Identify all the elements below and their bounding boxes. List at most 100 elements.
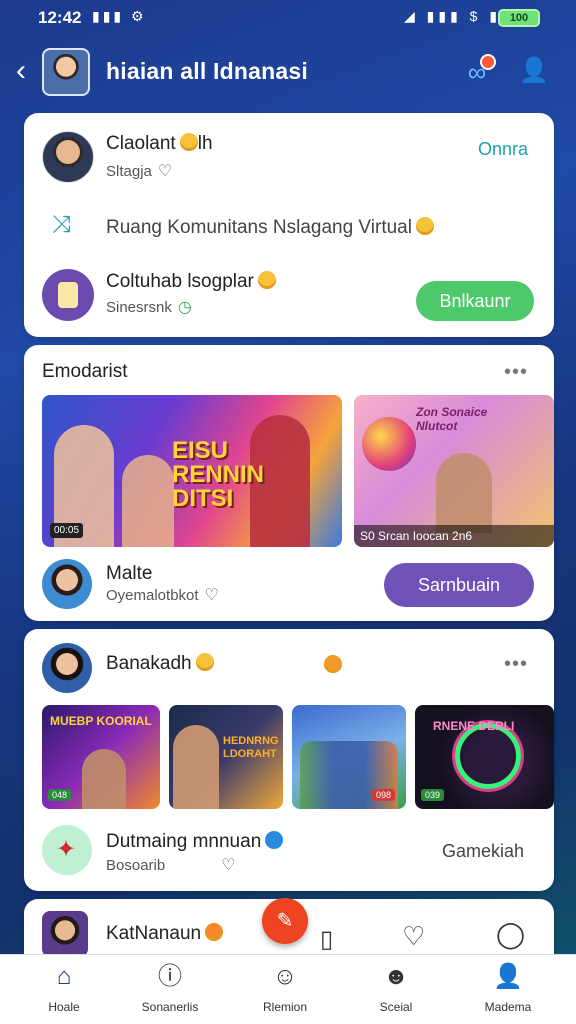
nav-label: Madema — [484, 1000, 532, 1014]
info-icon: ⓘ — [158, 963, 182, 990]
heart-icon[interactable]: ♡ — [205, 585, 219, 605]
user-name-text: Banakadh — [106, 653, 192, 674]
group-name-text: Coltuhab lsogplar — [106, 271, 254, 292]
verified-icon — [265, 831, 284, 849]
note-icon — [58, 282, 78, 308]
emoji-face — [324, 655, 342, 673]
create-fab-button[interactable]: ✎ — [262, 898, 308, 944]
user-name[interactable]: Malte — [106, 563, 152, 585]
thumbnail-title: EISU RENNIN DITSI — [172, 437, 265, 512]
thumbnail-badge: 048 — [48, 789, 72, 801]
featured-card: Emodarist ••• EISU RENNIN DITSI 00:05 Zo… — [24, 345, 554, 621]
person-figure — [173, 725, 219, 809]
group-sub-text: Sinesrsnk — [106, 299, 172, 316]
duration-badge: 00:05 — [50, 523, 84, 538]
group-sub: Bosoarib ♡ — [106, 855, 236, 875]
user-name-text: Claolant — [106, 133, 176, 154]
user-name-suffix: lh — [197, 133, 213, 154]
user-sub: Oyemalotbkot ♡ — [106, 585, 219, 605]
thumbnail-title: MUEBP KOORIAL — [50, 714, 152, 728]
person-figure — [122, 455, 174, 547]
person-figure — [436, 453, 492, 533]
nav-label: Hoale — [48, 1000, 80, 1014]
battery-icon: 100 — [498, 9, 540, 27]
bookmark-icon[interactable]: ▯ — [320, 925, 333, 954]
share-icon[interactable]: ⤨ — [52, 211, 71, 239]
nav-madema[interactable]: 👤 Madema — [458, 960, 558, 1014]
video-thumbnail[interactable]: Zon Sonaice Nlutcot S0 Srcan Ioocan 2n6 — [354, 395, 554, 547]
person-figure — [82, 749, 126, 809]
emoji-icon — [195, 653, 214, 671]
heart-icon[interactable]: ♡ — [158, 161, 172, 181]
heart-icon[interactable]: ♡ — [402, 921, 425, 952]
gallery-thumbnail[interactable]: HEDNRNG LDORAHT — [169, 705, 283, 809]
online-label[interactable]: Onnra — [478, 139, 528, 160]
user-name[interactable]: KatNanaun — [106, 923, 224, 945]
notification-badge — [480, 54, 496, 70]
community-text-label: Ruang Komunitans Nslagang Virtual — [106, 217, 412, 238]
gallery-thumbnail[interactable]: RNENE DERLI 039 — [415, 705, 554, 809]
nav-sonanerlis[interactable]: ⓘ Sonanerlis — [120, 960, 220, 1014]
nav-home[interactable]: ⌂ Hoale — [14, 960, 114, 1014]
gallery-thumbnail[interactable]: MUEBP KOORIAL 048 — [42, 705, 160, 809]
nav-rlemion[interactable]: ☺ Rlemion — [235, 960, 335, 1014]
emoji-icon — [205, 923, 224, 941]
gallery-thumbnail[interactable]: 098 — [292, 705, 406, 809]
group-sub: Sinesrsnk ◷ — [106, 297, 192, 317]
status-time: 12:42 — [38, 8, 82, 27]
section-title: Emodarist — [42, 361, 128, 382]
status-icons-left: ▮▮▮ ⚙ — [92, 8, 147, 24]
emoji-icon — [179, 133, 198, 151]
user-sub-text: Oyemalotbkot — [106, 587, 199, 604]
home-icon: ⌂ — [56, 963, 72, 990]
avatar[interactable] — [42, 911, 88, 957]
heart-icon[interactable]: ♡ — [221, 855, 235, 875]
community-text[interactable]: Ruang Komunitans Nslagang Virtual — [106, 217, 434, 239]
user-name[interactable]: Claolant lh — [106, 133, 213, 155]
thumbnail-badge: 039 — [421, 789, 445, 801]
group-avatar[interactable] — [42, 269, 94, 321]
avatar[interactable] — [42, 559, 92, 609]
thumbnail-title: Zon Sonaice Nlutcot — [416, 405, 488, 433]
ball-graphic — [362, 417, 416, 471]
thumbnail-caption: S0 Srcan Ioocan 2n6 — [354, 525, 554, 547]
avatar[interactable] — [42, 131, 94, 183]
status-icons-right: ◢ ▮▮▮ $ ▮ — [404, 8, 502, 24]
back-button[interactable]: ‹ — [16, 56, 40, 88]
more-icon[interactable]: ••• — [504, 361, 528, 384]
torch-icon: ✦ — [56, 836, 77, 863]
thumbnail-title: HEDNRNG LDORAHT — [223, 735, 279, 760]
action-button[interactable]: Sarnbuain — [384, 563, 534, 607]
emoji-icon — [320, 655, 342, 676]
join-button[interactable]: Bnlkaunr — [416, 281, 534, 321]
comment-icon[interactable]: ◯ — [496, 919, 525, 950]
group-name[interactable]: Dutmaing mnnuan — [106, 831, 284, 853]
user-name[interactable]: Banakadh — [106, 653, 214, 675]
thumbnail-badge: 098 — [372, 789, 396, 801]
add-user-icon[interactable]: 👤 — [518, 56, 550, 88]
group-avatar[interactable]: ✦ — [42, 825, 92, 875]
emoji-icon — [257, 271, 276, 289]
nav-label: Sonanerlis — [141, 1000, 199, 1014]
more-icon[interactable]: ••• — [504, 653, 528, 676]
clock-icon: ◷ — [177, 299, 192, 316]
video-thumbnail[interactable]: EISU RENNIN DITSI 00:05 — [42, 395, 342, 547]
header-avatar[interactable] — [42, 48, 90, 96]
user-sub: Sltagja ♡ — [106, 161, 172, 181]
user-sub-text: Sltagja — [106, 163, 152, 180]
group-name-text: Dutmaing mnnuan — [106, 831, 262, 852]
profile-icon: 👤 — [493, 963, 523, 990]
smile-icon: ☻ — [383, 963, 409, 990]
avatar[interactable] — [42, 643, 92, 693]
thumbnail-title: RNENE DERLI — [433, 719, 515, 733]
page-title: hiaian all Idnanasi — [106, 58, 308, 84]
right-label[interactable]: Gamekiah — [442, 841, 524, 862]
group-name[interactable]: Coltuhab lsogplar — [106, 271, 276, 293]
nav-sceial[interactable]: ☻ Sceial — [346, 960, 446, 1014]
nav-label: Rlemion — [262, 1000, 307, 1014]
user-name-text: KatNanaun — [106, 923, 202, 944]
profile-card: Claolant lh Sltagja ♡ Onnra ⤨ Ruang Komuni… — [24, 113, 554, 337]
status-bar: 12:42 ▮▮▮ ⚙ ◢ ▮▮▮ $ ▮ 100 — [0, 0, 576, 34]
gallery-card: Banakadh ••• MUEBP KOORIAL 048 HEDNRNG L… — [24, 629, 554, 891]
face-icon: ☺ — [272, 963, 298, 990]
